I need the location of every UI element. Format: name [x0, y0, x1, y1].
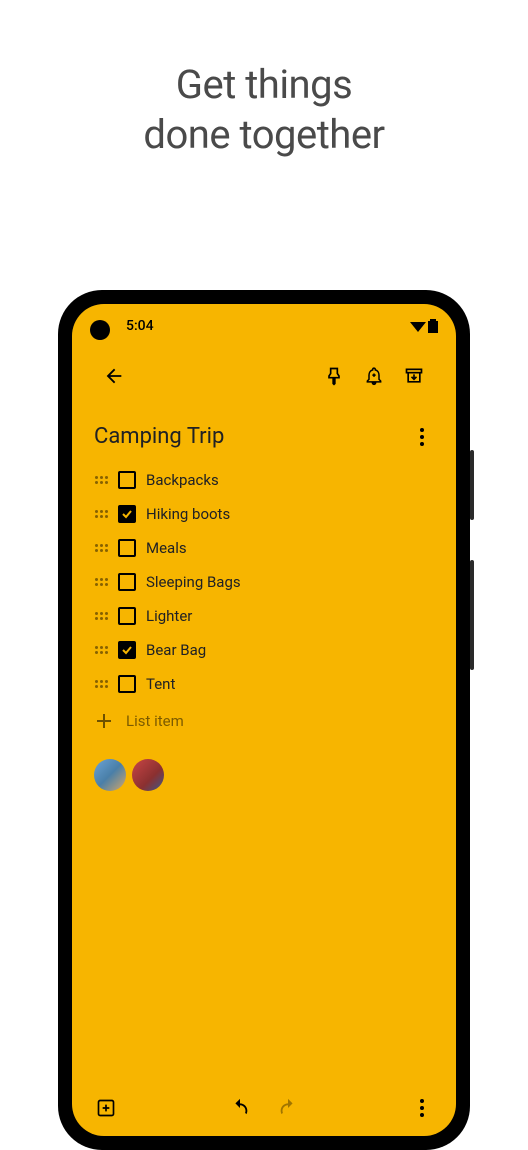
drag-handle-icon[interactable]	[94, 510, 108, 518]
undo-icon	[229, 1097, 251, 1119]
phone-mockup-frame: 5:04 Camping Trip	[58, 290, 470, 1150]
undo-button[interactable]	[228, 1096, 252, 1120]
checklist-item: Hiking boots	[94, 497, 434, 531]
checklist-item: Lighter	[94, 599, 434, 633]
item-checkbox[interactable]	[118, 505, 136, 523]
checklist-item: Bear Bag	[94, 633, 434, 667]
item-checkbox[interactable]	[118, 539, 136, 557]
item-checkbox[interactable]	[118, 607, 136, 625]
back-button[interactable]	[94, 356, 134, 396]
checklist-item: Meals	[94, 531, 434, 565]
headline-line1: Get things	[176, 61, 353, 108]
item-checkbox[interactable]	[118, 573, 136, 591]
item-checkbox[interactable]	[118, 641, 136, 659]
phone-screen: 5:04 Camping Trip	[72, 304, 456, 1136]
battery-icon	[428, 319, 438, 333]
more-vertical-icon	[420, 428, 424, 446]
status-indicators	[410, 319, 438, 333]
drag-handle-icon[interactable]	[94, 544, 108, 552]
camera-punch-hole	[90, 320, 110, 340]
note-title-row: Camping Trip	[72, 406, 456, 463]
marketing-headline: Get things done together	[0, 60, 528, 160]
item-text[interactable]: Meals	[146, 539, 434, 557]
bell-plus-icon	[364, 366, 384, 386]
more-vertical-icon	[420, 1099, 424, 1117]
collaborator-avatars	[72, 739, 456, 811]
item-text[interactable]: Tent	[146, 675, 434, 693]
add-box-icon	[96, 1098, 116, 1118]
drag-handle-icon[interactable]	[94, 476, 108, 484]
status-time: 5:04	[126, 318, 154, 334]
item-text[interactable]: Hiking boots	[146, 505, 434, 523]
checklist-item: Sleeping Bags	[94, 565, 434, 599]
status-bar: 5:04	[72, 304, 456, 342]
headline-line2: done together	[143, 111, 384, 158]
archive-button[interactable]	[394, 356, 434, 396]
item-checkbox[interactable]	[118, 471, 136, 489]
archive-icon	[404, 366, 424, 386]
item-text[interactable]: Bear Bag	[146, 641, 434, 659]
avatar[interactable]	[94, 759, 126, 791]
pin-icon	[324, 366, 344, 386]
drag-handle-icon[interactable]	[94, 646, 108, 654]
bottom-toolbar	[72, 1080, 456, 1136]
add-content-button[interactable]	[94, 1096, 118, 1120]
item-text[interactable]: Lighter	[146, 607, 434, 625]
note-title[interactable]: Camping Trip	[94, 424, 224, 449]
plus-icon	[94, 711, 114, 731]
phone-side-button	[470, 450, 474, 520]
wifi-icon	[410, 320, 426, 332]
item-text[interactable]: Sleeping Bags	[146, 573, 434, 591]
redo-icon	[277, 1097, 299, 1119]
checklist: Backpacks Hiking boots Meals Sleeping Bags L…	[72, 463, 456, 701]
arrow-back-icon	[103, 365, 125, 387]
note-toolbar	[72, 342, 456, 406]
overflow-button[interactable]	[410, 1096, 434, 1120]
reminder-button[interactable]	[354, 356, 394, 396]
redo-button	[276, 1096, 300, 1120]
checklist-item: Backpacks	[94, 463, 434, 497]
add-list-item[interactable]: List item	[72, 703, 456, 739]
drag-handle-icon[interactable]	[94, 680, 108, 688]
note-more-button[interactable]	[410, 428, 434, 446]
drag-handle-icon[interactable]	[94, 612, 108, 620]
item-checkbox[interactable]	[118, 675, 136, 693]
drag-handle-icon[interactable]	[94, 578, 108, 586]
phone-side-button	[470, 560, 474, 670]
checklist-item: Tent	[94, 667, 434, 701]
avatar[interactable]	[132, 759, 164, 791]
add-item-placeholder: List item	[126, 712, 184, 730]
item-text[interactable]: Backpacks	[146, 471, 434, 489]
pin-button[interactable]	[314, 356, 354, 396]
